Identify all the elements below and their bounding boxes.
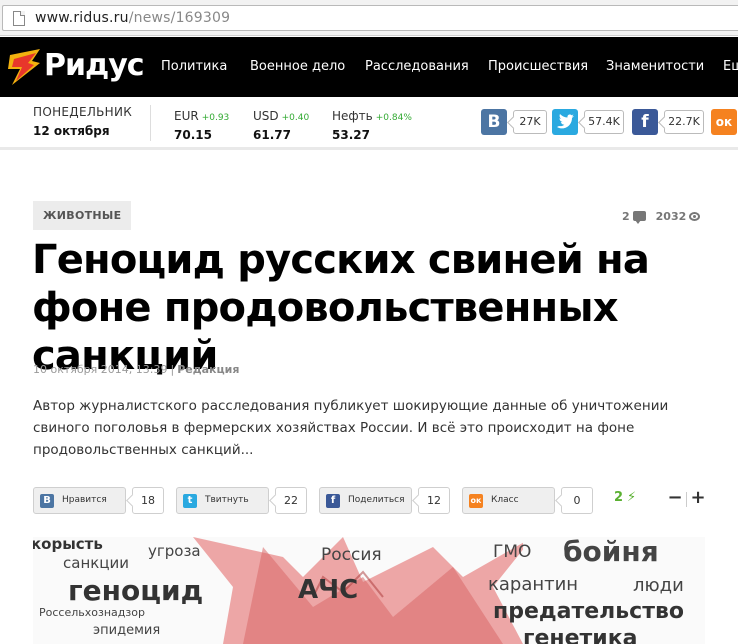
article-meta: 10 октября 2014, 13:39 | Редакция: [33, 363, 240, 376]
article-image: корысть угроза санкции геноцид Россельхо…: [33, 537, 705, 644]
article-stats: 2 2032: [622, 209, 701, 224]
eye-icon: [689, 211, 701, 221]
word-threat: угроза: [148, 542, 201, 560]
lightning-icon: ⚡: [627, 490, 637, 505]
word-betrayal: предательство: [493, 599, 685, 624]
weekday: ПОНЕДЕЛЬНИК: [33, 105, 133, 119]
vk-count: 27K: [513, 110, 547, 134]
share-label: Нравится: [62, 495, 107, 505]
currency-oil: Нефть +0.84% 53.27: [332, 105, 412, 142]
word-gmo: ГМО: [493, 542, 532, 562]
share-count: 18: [132, 487, 164, 514]
vote-down-button[interactable]: −: [663, 487, 687, 511]
vk-share-button[interactable]: В Нравится: [33, 487, 126, 514]
views-count: 2032: [655, 209, 687, 223]
current-date: 12 октября: [33, 124, 110, 138]
currency-name: Нефть: [332, 109, 373, 123]
currency-usd: USD +0.40 61.77: [253, 105, 309, 142]
nav-incidents[interactable]: Происшествия: [488, 59, 588, 74]
odnoklassniki-icon: ок: [469, 494, 483, 508]
comment-icon: [632, 211, 646, 224]
currency-change: +0.84%: [375, 113, 412, 123]
word-quarantine: карантин: [488, 574, 579, 595]
currency-name: EUR: [174, 109, 199, 123]
vote-up-button[interactable]: +: [686, 487, 710, 511]
twitter-share-button[interactable]: t Твитнуть: [176, 487, 269, 514]
currency-change: +0.93: [201, 113, 230, 123]
word-russia: Россия: [321, 545, 382, 565]
url-text: www.ridus.ru/news/169309: [35, 10, 230, 26]
browser-address-bar: www.ridus.ru/news/169309: [0, 0, 738, 36]
publish-date: 10 октября 2014, 13:39: [33, 363, 168, 376]
word-genocide: геноцид: [68, 574, 204, 607]
article-lead: Автор журналистского расследования публи…: [33, 398, 669, 458]
nav-more[interactable]: Еще: [723, 59, 738, 74]
category-tag[interactable]: ЖИВОТНЫЕ: [33, 201, 132, 230]
facebook-icon: f: [326, 494, 340, 508]
site-logo[interactable]: Ридус: [6, 45, 146, 89]
share-label: Класс: [491, 495, 519, 505]
currency-value: 53.27: [332, 128, 370, 142]
nav-celebrities[interactable]: Знаменитости: [606, 59, 704, 74]
twitter-icon[interactable]: [552, 109, 578, 135]
word-slaughter: бойня: [563, 537, 659, 568]
divider: [150, 105, 151, 141]
twitter-icon: t: [183, 494, 197, 508]
share-count: 22: [275, 487, 307, 514]
rating-value: 2: [614, 490, 624, 505]
url-path: /news/169309: [128, 10, 231, 26]
facebook-share-button[interactable]: f Поделиться: [319, 487, 412, 514]
article-title: Геноцид русских свиней на фоне продоволь…: [32, 237, 650, 379]
facebook-icon[interactable]: f: [632, 109, 658, 135]
word-people: люди: [633, 575, 684, 596]
odnoklassniki-share-button[interactable]: ок Класс: [462, 487, 555, 514]
twitter-count: 57.4K: [584, 110, 624, 134]
share-label: Твитнуть: [205, 495, 249, 505]
comments-count[interactable]: 2: [622, 210, 630, 223]
word-rosselkhoznadzor: Россельхознадзор: [39, 606, 145, 619]
page-icon: [13, 11, 25, 26]
facebook-count: 22.7K: [664, 110, 704, 134]
nav-military[interactable]: Военное дело: [250, 59, 345, 74]
url-domain: www.ridus.ru: [35, 10, 129, 26]
vk-icon: В: [40, 494, 54, 508]
word-sanctions: санкции: [63, 554, 130, 572]
logo-text: Ридус: [44, 48, 145, 83]
odnoklassniki-icon[interactable]: ок: [711, 109, 737, 135]
word-corruption: корысть: [33, 537, 103, 553]
nav-investigations[interactable]: Расследования: [365, 59, 469, 74]
lightning-logo-icon: [8, 49, 40, 85]
info-bar: ПОНЕДЕЛЬНИК 12 октября EUR +0.93 70.15 US…: [0, 97, 738, 150]
share-count: 12: [418, 487, 450, 514]
currency-value: 61.77: [253, 128, 291, 142]
site-header: Ридус Политика Военное дело Расследовани…: [0, 37, 738, 97]
currency-name: USD: [253, 109, 279, 123]
currency-eur: EUR +0.93 70.15: [174, 105, 229, 142]
currency-value: 70.15: [174, 128, 212, 142]
word-epidemic: эпидемия: [93, 623, 161, 638]
author-link[interactable]: Редакция: [177, 363, 239, 376]
word-asf: АЧС: [298, 575, 359, 605]
vk-icon[interactable]: В: [481, 109, 507, 135]
article-rating: 2 ⚡: [614, 490, 636, 505]
word-genetics: генетика: [523, 626, 638, 644]
nav-politics[interactable]: Политика: [161, 59, 227, 74]
currency-change: +0.40: [281, 113, 310, 123]
share-count: 0: [561, 487, 593, 514]
url-input[interactable]: www.ridus.ru/news/169309: [2, 5, 738, 31]
share-label: Поделиться: [348, 495, 405, 505]
